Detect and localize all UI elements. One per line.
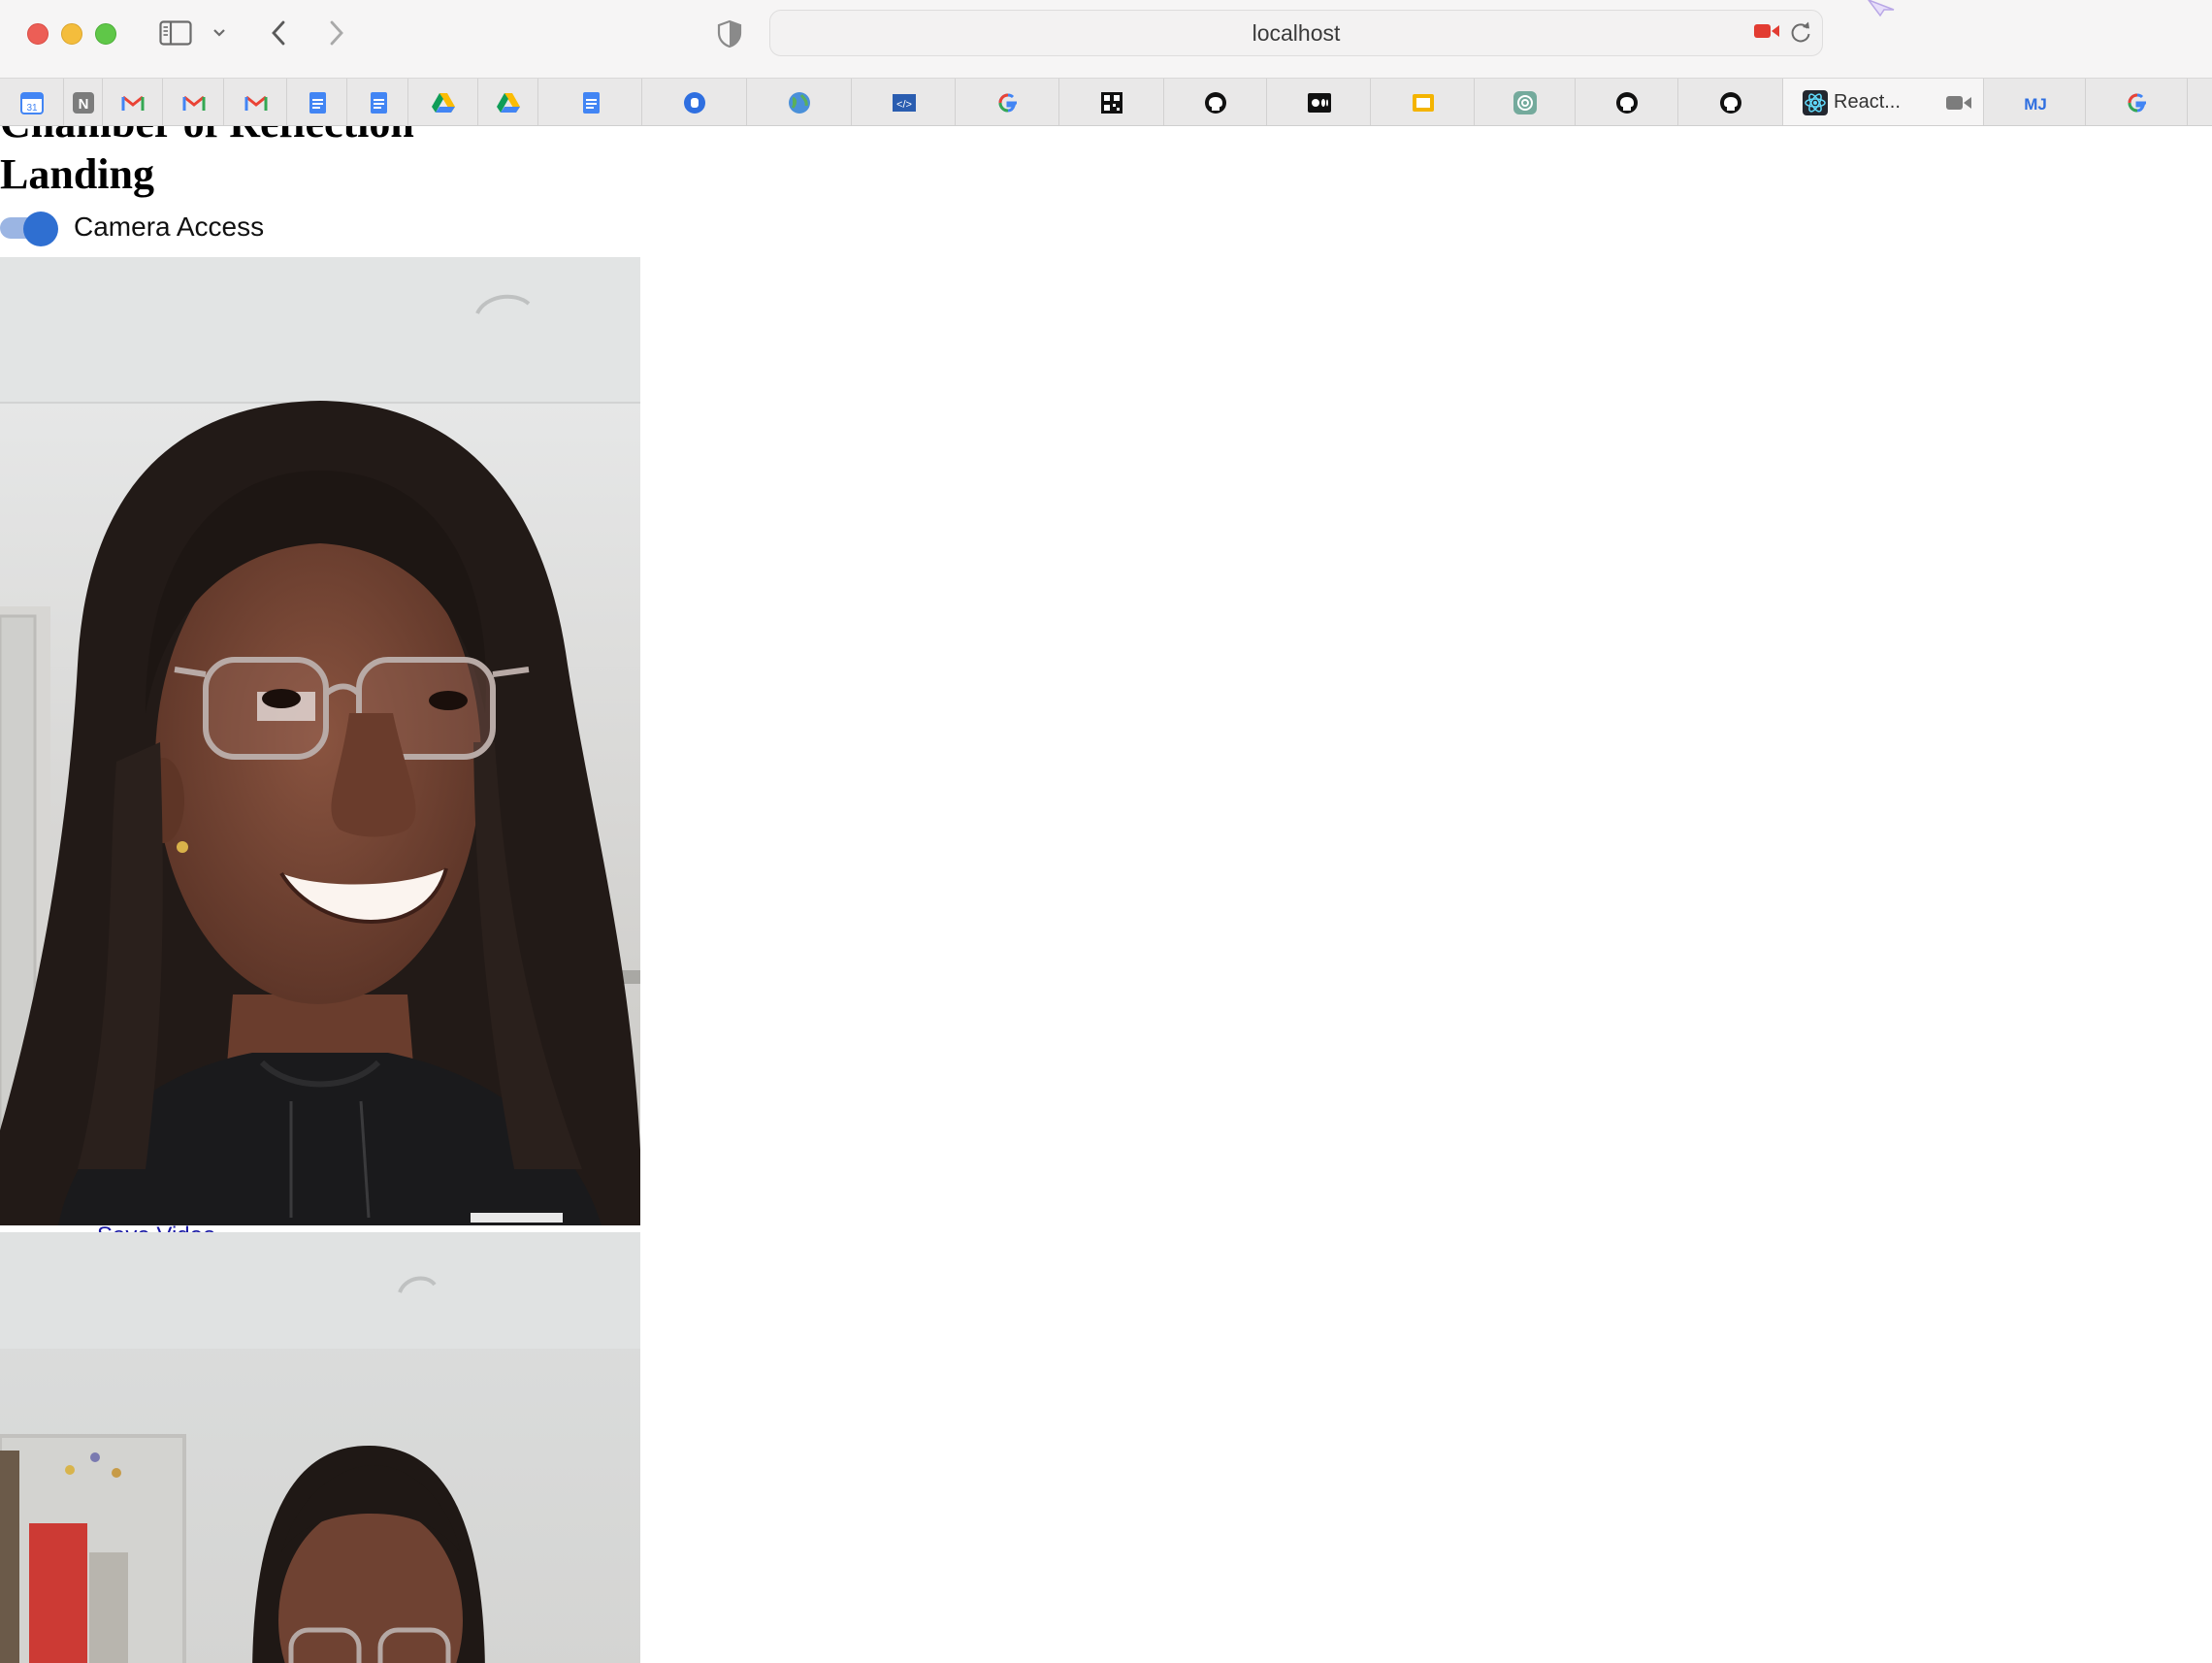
- page-title: Chamber of Reflection Landing: [0, 126, 414, 200]
- svg-text:31: 31: [26, 103, 38, 114]
- chatgpt-icon: [1513, 91, 1537, 114]
- qr-icon: [1101, 92, 1122, 114]
- github-icon: [1720, 92, 1741, 114]
- sidebar-toggle-icon[interactable]: [159, 20, 192, 46]
- browser-tab[interactable]: [1164, 79, 1267, 125]
- browser-tab[interactable]: [1267, 79, 1371, 125]
- blue-circle-icon: [684, 92, 705, 114]
- browser-tab[interactable]: [1059, 79, 1164, 125]
- browser-tab[interactable]: [956, 79, 1059, 125]
- browser-toolbar: localhost: [0, 0, 2212, 78]
- browser-tab[interactable]: [2086, 79, 2188, 125]
- reload-icon[interactable]: [1789, 19, 1812, 45]
- camera-video-feed: [0, 257, 640, 1225]
- mouse-cursor-icon: [1868, 0, 1895, 17]
- svg-text:MJ: MJ: [2024, 95, 2047, 114]
- gmail-icon: [182, 95, 206, 111]
- github-icon: [1616, 92, 1638, 114]
- camera-in-use-icon[interactable]: [1753, 21, 1780, 41]
- medium-icon: [1308, 93, 1331, 113]
- browser-tab[interactable]: [747, 79, 852, 125]
- react-icon: [1803, 90, 1828, 115]
- google-icon: [2128, 93, 2146, 113]
- browser-tab[interactable]: [224, 79, 287, 125]
- code-icon: </>: [893, 94, 916, 112]
- page-title-line1: Chamber of Reflection: [0, 126, 414, 147]
- page-content: Chamber of Reflection Landing Camera Acc…: [0, 126, 2212, 1663]
- browser-tab[interactable]: </>: [852, 79, 956, 125]
- browser-tab[interactable]: [103, 79, 163, 125]
- chevron-down-icon[interactable]: [211, 26, 227, 40]
- google-drive-icon: [497, 93, 520, 113]
- browser-tab[interactable]: [1576, 79, 1678, 125]
- svg-text:</>: </>: [896, 99, 912, 111]
- browser-tab[interactable]: [1475, 79, 1576, 125]
- google-calendar-icon: 31: [20, 92, 44, 114]
- window-close-button[interactable]: [27, 23, 49, 45]
- browser-tab[interactable]: React...: [1783, 79, 1984, 125]
- address-text: localhost: [1252, 20, 1341, 46]
- gmail-icon: [244, 95, 268, 111]
- github-icon: [1205, 92, 1226, 114]
- browser-tab[interactable]: [538, 79, 642, 125]
- browser-tab[interactable]: [163, 79, 224, 125]
- privacy-shield-icon[interactable]: [716, 19, 743, 49]
- browser-tab[interactable]: [1678, 79, 1783, 125]
- svg-text:N: N: [79, 96, 89, 113]
- browser-tab[interactable]: [478, 79, 538, 125]
- page-title-line2: Landing: [0, 150, 154, 198]
- address-bar[interactable]: localhost: [769, 10, 1823, 56]
- google-slides-icon: [1413, 94, 1434, 112]
- toggle-knob[interactable]: [23, 212, 58, 246]
- browser-tab[interactable]: [642, 79, 747, 125]
- tab-bar: 31 N </> React... MJ: [0, 78, 2212, 126]
- google-docs-icon: [371, 92, 387, 114]
- toggle-label: Camera Access: [74, 212, 265, 242]
- browser-tab[interactable]: [347, 79, 408, 125]
- window-maximize-button[interactable]: [95, 23, 116, 45]
- window-minimize-button[interactable]: [61, 23, 82, 45]
- recorded-video-preview[interactable]: [0, 1232, 640, 1663]
- globe-icon: [789, 92, 810, 114]
- google-docs-icon: [583, 92, 600, 114]
- browser-tab[interactable]: [287, 79, 347, 125]
- notion-icon: N: [73, 92, 94, 114]
- google-drive-icon: [432, 93, 455, 113]
- gmail-icon: [121, 95, 145, 111]
- browser-tab[interactable]: 31: [0, 79, 64, 125]
- forward-arrow-icon[interactable]: [326, 17, 347, 49]
- browser-tab-title: React...: [1834, 91, 1901, 113]
- back-arrow-icon[interactable]: [268, 17, 289, 49]
- mj-icon: MJ: [2024, 95, 2047, 114]
- tab-camera-icon: [1946, 96, 1971, 110]
- google-docs-icon: [309, 92, 326, 114]
- browser-tab[interactable]: [1371, 79, 1475, 125]
- browser-tab[interactable]: [408, 79, 478, 125]
- browser-tab[interactable]: N: [64, 79, 103, 125]
- google-icon: [998, 93, 1017, 113]
- browser-tab[interactable]: MJ: [1984, 79, 2086, 125]
